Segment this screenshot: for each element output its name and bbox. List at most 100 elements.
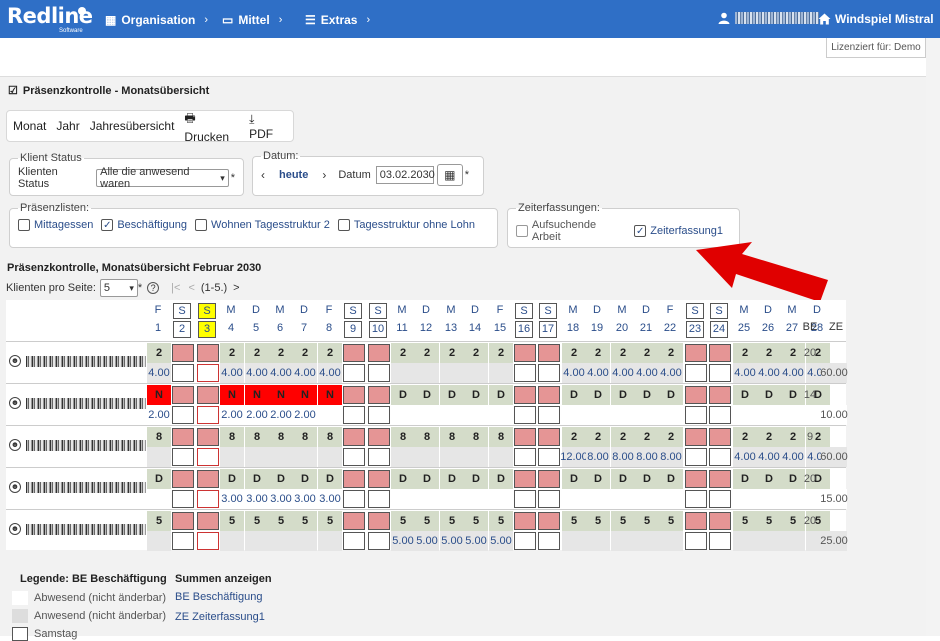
ze-cell[interactable] xyxy=(611,489,635,509)
be-cell[interactable]: 2 xyxy=(318,343,342,363)
weekend-be-cell[interactable] xyxy=(709,344,731,362)
day-number[interactable]: 1 xyxy=(149,321,167,338)
be-cell[interactable]: D xyxy=(489,385,513,405)
be-cell[interactable]: D xyxy=(391,469,415,489)
weekend-be-cell[interactable] xyxy=(709,470,731,488)
weekend-ze-cell[interactable] xyxy=(709,490,731,508)
weekend-ze-cell[interactable] xyxy=(368,406,390,424)
day-number[interactable]: 20 xyxy=(613,321,631,338)
be-cell[interactable]: D xyxy=(415,385,439,405)
be-cell[interactable]: D xyxy=(293,469,317,489)
be-cell[interactable]: 5 xyxy=(293,511,317,531)
ze-cell[interactable]: 8.00 xyxy=(586,447,610,467)
ze-cell[interactable] xyxy=(147,531,171,551)
weekend-be-cell[interactable] xyxy=(368,512,390,530)
weekend-ze-cell[interactable] xyxy=(197,406,219,424)
weekend-ze-cell[interactable] xyxy=(172,406,194,424)
ze-cell[interactable]: 5.00 xyxy=(464,531,488,551)
ze-cell[interactable]: 4.00 xyxy=(733,363,757,383)
be-cell[interactable]: D xyxy=(757,385,781,405)
day-number[interactable]: 2 xyxy=(173,321,191,338)
ze-cell[interactable]: 12.00 xyxy=(560,447,588,467)
ze-cell[interactable] xyxy=(489,489,513,509)
be-cell[interactable]: 8 xyxy=(415,427,439,447)
be-cell[interactable]: 2 xyxy=(586,427,610,447)
ze-cell[interactable]: 8.00 xyxy=(635,447,659,467)
day-number[interactable]: 8 xyxy=(320,321,338,338)
be-cell[interactable]: D xyxy=(245,469,269,489)
weekend-be-cell[interactable] xyxy=(538,428,560,446)
ze-cell[interactable]: 2.00 xyxy=(269,405,293,425)
weekend-ze-cell[interactable] xyxy=(514,448,536,466)
redline-logo[interactable]: Redline Software xyxy=(7,4,93,34)
weekend-ze-cell[interactable] xyxy=(709,406,731,424)
day-number[interactable]: 15 xyxy=(491,321,509,338)
be-cell[interactable]: D xyxy=(586,385,610,405)
ze-cell[interactable]: 4.00 xyxy=(781,363,805,383)
weekend-ze-cell[interactable] xyxy=(538,448,560,466)
weekend-ze-cell[interactable] xyxy=(538,532,560,550)
ze-cell[interactable]: 4.00 xyxy=(245,363,269,383)
ze-cell[interactable] xyxy=(562,531,586,551)
client-name-redacted[interactable] xyxy=(26,356,146,367)
ze-cell[interactable] xyxy=(269,447,293,467)
be-cell[interactable]: 5 xyxy=(757,511,781,531)
vertical-scrollbar[interactable] xyxy=(926,38,940,636)
ze-cell[interactable] xyxy=(733,405,757,425)
be-cell[interactable]: D xyxy=(269,469,293,489)
ze-cell[interactable] xyxy=(440,405,464,425)
weekend-be-cell[interactable] xyxy=(172,470,194,488)
be-cell[interactable]: D xyxy=(562,385,586,405)
weekend-be-cell[interactable] xyxy=(685,470,707,488)
ze-cell[interactable] xyxy=(464,447,488,467)
ze-cell[interactable] xyxy=(293,531,317,551)
ze-cell[interactable]: 4.00 xyxy=(586,363,610,383)
weekend-ze-cell[interactable] xyxy=(172,490,194,508)
be-cell[interactable]: D xyxy=(562,469,586,489)
weekend-ze-cell[interactable] xyxy=(197,490,219,508)
client-name-redacted[interactable] xyxy=(26,482,146,493)
be-cell[interactable]: N xyxy=(245,385,269,405)
be-cell[interactable]: 2 xyxy=(562,343,586,363)
checkbox-tagesstruktur-ohne-lohn[interactable]: Tagesstruktur ohne Lohn xyxy=(337,219,475,231)
ze-cell[interactable] xyxy=(659,531,683,551)
be-cell[interactable]: 2 xyxy=(293,343,317,363)
weekend-be-cell[interactable] xyxy=(709,386,731,404)
ze-cell[interactable]: 8.00 xyxy=(611,447,635,467)
day-number[interactable]: 16 xyxy=(515,321,533,338)
be-cell[interactable]: 5 xyxy=(562,511,586,531)
weekend-ze-cell[interactable] xyxy=(343,490,365,508)
be-cell[interactable]: 8 xyxy=(440,427,464,447)
be-cell[interactable]: D xyxy=(611,469,635,489)
ze-cell[interactable]: 5.00 xyxy=(440,531,464,551)
ze-cell[interactable]: 3.00 xyxy=(293,489,317,509)
summe-be-link[interactable]: BE Beschäftigung xyxy=(175,591,262,603)
ze-cell[interactable] xyxy=(245,447,269,467)
page-size-select[interactable]: 5 ▾ xyxy=(99,279,138,297)
ze-cell[interactable] xyxy=(562,405,586,425)
weekend-ze-cell[interactable] xyxy=(709,532,731,550)
be-cell[interactable]: 8 xyxy=(464,427,488,447)
weekend-ze-cell[interactable] xyxy=(368,532,390,550)
be-cell[interactable]: 2 xyxy=(635,427,659,447)
next-day-button[interactable]: › xyxy=(322,168,326,182)
checkbox-mittagessen[interactable]: Mittagessen xyxy=(18,219,93,231)
be-cell[interactable]: 5 xyxy=(586,511,610,531)
ze-cell[interactable] xyxy=(440,489,464,509)
day-number[interactable]: 12 xyxy=(417,321,435,338)
be-cell[interactable]: D xyxy=(635,469,659,489)
be-cell[interactable]: 5 xyxy=(440,511,464,531)
ze-cell[interactable] xyxy=(635,489,659,509)
weekend-be-cell[interactable] xyxy=(172,512,194,530)
be-cell[interactable]: 5 xyxy=(269,511,293,531)
ze-cell[interactable]: 4.00 xyxy=(220,363,244,383)
weekend-ze-cell[interactable] xyxy=(685,532,707,550)
be-cell[interactable]: D xyxy=(464,385,488,405)
weekend-be-cell[interactable] xyxy=(343,512,365,530)
day-number[interactable]: 13 xyxy=(442,321,460,338)
nav-mittel[interactable]: ▭ Mittel › xyxy=(222,12,282,28)
be-cell[interactable]: D xyxy=(635,385,659,405)
ze-cell[interactable] xyxy=(611,405,635,425)
ze-cell[interactable] xyxy=(464,405,488,425)
day-number[interactable]: 4 xyxy=(222,321,240,338)
